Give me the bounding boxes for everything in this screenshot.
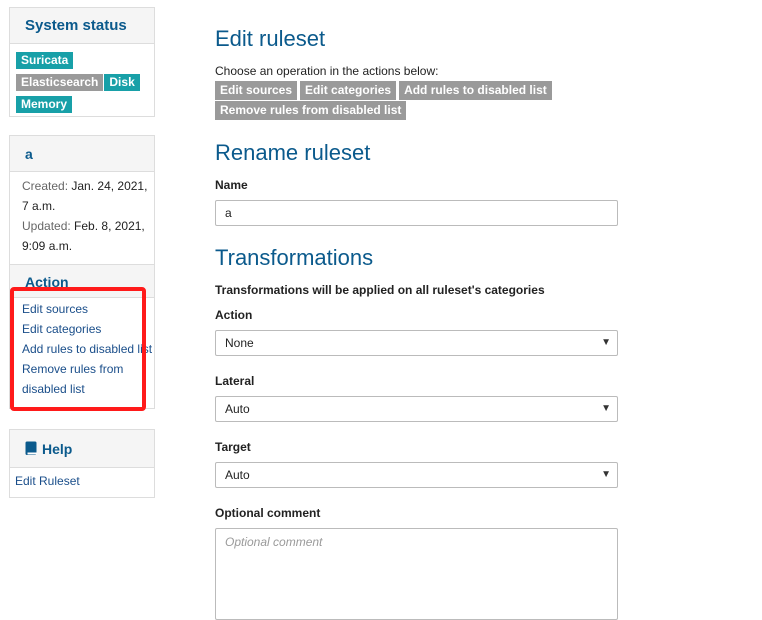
ruleset-meta: Created: Jan. 24, 2021, 7 a.m. Updated: … xyxy=(10,172,154,256)
action-remove-disabled-link[interactable]: Remove rules from disabled list xyxy=(22,359,142,399)
transformations-note: Transformations will be applied on all r… xyxy=(215,283,545,297)
intro-text: Choose an operation in the actions below… xyxy=(215,64,439,78)
rename-section-title: Rename ruleset xyxy=(215,140,371,165)
status-badge-memory[interactable]: Memory xyxy=(16,96,73,113)
lateral-select-value: Auto xyxy=(225,402,250,416)
updated-info: Updated: Feb. 8, 2021, 9:09 a.m. xyxy=(22,216,148,256)
chevron-down-icon: ▼ xyxy=(601,403,611,414)
target-select-value: Auto xyxy=(225,468,250,482)
book-icon xyxy=(25,432,38,470)
lateral-label: Lateral xyxy=(215,374,255,388)
chevron-down-icon: ▼ xyxy=(601,337,611,348)
status-badge-suricata[interactable]: Suricata xyxy=(16,52,74,69)
action-list: Edit sources Edit categories Add rules t… xyxy=(10,299,170,399)
updated-label: Updated: xyxy=(22,219,71,233)
name-input[interactable]: a xyxy=(215,200,618,226)
ruleset-name: a xyxy=(10,136,154,172)
edit-ruleset-help-link[interactable]: Edit Ruleset xyxy=(10,468,154,494)
lateral-select[interactable]: Auto ▼ xyxy=(215,396,618,422)
help-panel: Help Edit Ruleset xyxy=(9,429,155,498)
action-title: Action xyxy=(10,264,154,298)
name-input-value: a xyxy=(225,206,232,220)
add-rules-disabled-button[interactable]: Add rules to disabled list xyxy=(399,81,552,100)
comment-label: Optional comment xyxy=(215,506,321,520)
status-badge-elasticsearch[interactable]: Elasticsearch xyxy=(16,74,104,91)
status-badges: Suricata Elasticsearch Disk Memory xyxy=(10,44,154,116)
ruleset-panel: a Created: Jan. 24, 2021, 7 a.m. Updated… xyxy=(9,135,155,409)
target-select[interactable]: Auto ▼ xyxy=(215,462,618,488)
action-select-value: None xyxy=(225,336,254,350)
action-label: Action xyxy=(215,308,253,322)
page-title: Edit ruleset xyxy=(215,26,326,51)
chevron-down-icon: ▼ xyxy=(601,469,611,480)
edit-sources-button[interactable]: Edit sources xyxy=(215,81,298,100)
comment-textarea[interactable]: Optional comment xyxy=(215,528,618,620)
action-select[interactable]: None ▼ xyxy=(215,330,618,356)
remove-rules-disabled-button[interactable]: Remove rules from disabled list xyxy=(215,101,407,120)
operation-buttons: Edit sources Edit categories Add rules to … xyxy=(215,81,625,121)
help-title: Help xyxy=(42,441,73,457)
action-edit-sources-link[interactable]: Edit sources xyxy=(22,302,88,316)
edit-categories-button[interactable]: Edit categories xyxy=(300,81,397,100)
comment-placeholder: Optional comment xyxy=(225,535,323,549)
created-label: Created: xyxy=(22,179,69,193)
status-badge-disk[interactable]: Disk xyxy=(104,74,140,91)
action-edit-categories-link[interactable]: Edit categories xyxy=(22,322,101,336)
created-info: Created: Jan. 24, 2021, 7 a.m. xyxy=(22,176,148,216)
system-status-title: System status xyxy=(10,8,154,44)
name-label: Name xyxy=(215,178,248,192)
help-header: Help xyxy=(10,430,154,468)
transformations-section-title: Transformations xyxy=(215,245,374,270)
action-add-disabled-link[interactable]: Add rules to disabled list xyxy=(22,342,152,356)
target-label: Target xyxy=(215,440,251,454)
system-status-panel: System status Suricata Elasticsearch Disk M… xyxy=(9,7,155,117)
